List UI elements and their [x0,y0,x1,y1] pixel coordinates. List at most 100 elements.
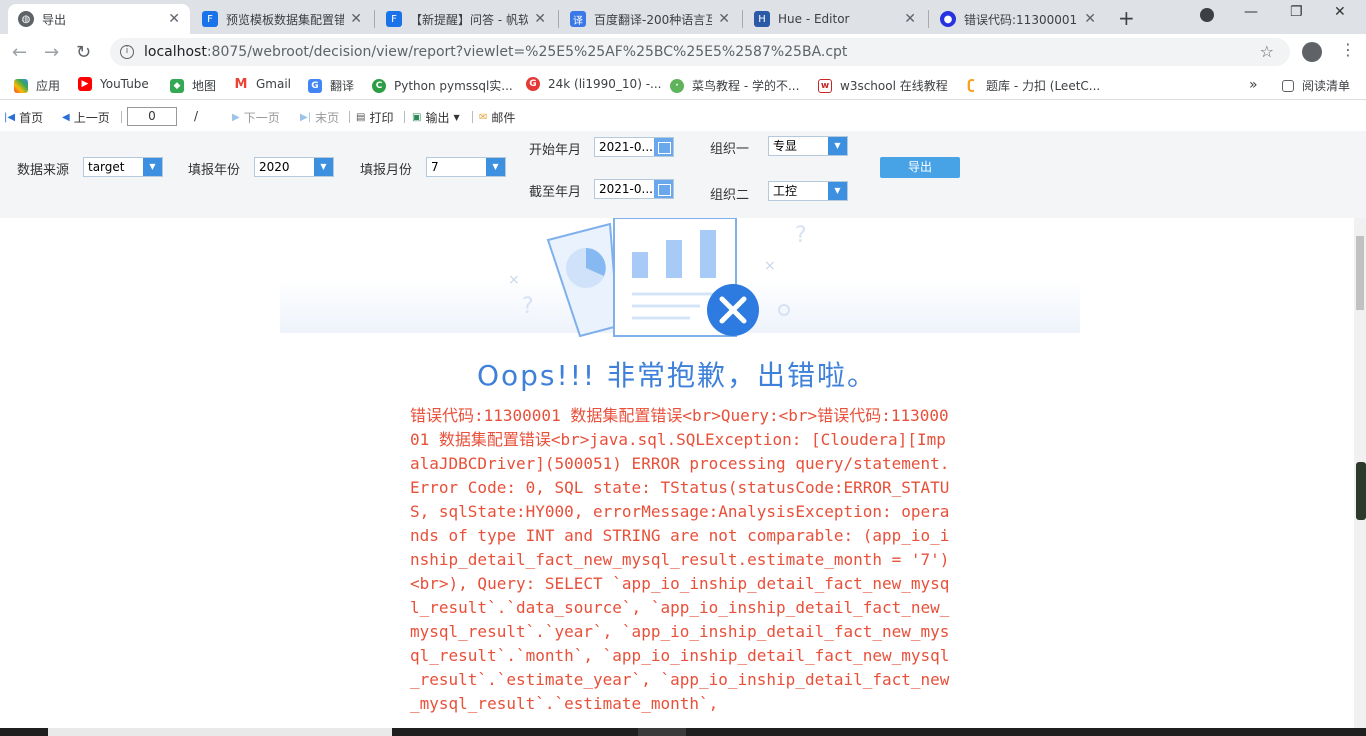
printer-icon: ▤ [356,112,366,123]
tab-search-icon[interactable] [1200,8,1214,22]
next-page-button[interactable]: ▶ 下一页 [232,109,280,126]
print-label: 打印 [369,111,394,125]
prev-page-button[interactable]: ◀ 上一页 [62,109,110,126]
report-content: × ? × ? Oops!!! 非常抱歉，出错啦。 错误代码:11300001 … [0,218,1354,728]
address-bar[interactable]: i localhost:8075/webroot/decision/view/r… [110,38,1290,66]
tab-title: 【新提醒】问答 - 帆软 [410,12,529,27]
org1-label: 组织一 [710,142,750,157]
chevron-down-icon[interactable]: ▼ [143,158,162,176]
hue-icon: H [754,11,770,27]
reading-list-label: 阅读清单 [1302,79,1351,93]
close-icon[interactable]: ✕ [168,11,180,27]
close-icon[interactable]: ✕ [534,11,546,27]
first-page-label: 首页 [19,111,44,125]
reload-icon[interactable]: ↻ [76,42,91,63]
new-tab-button[interactable]: + [1118,6,1135,30]
last-page-button[interactable]: ▶| 末页 [300,109,339,126]
menu-kebab-icon[interactable]: ⋮ [1340,40,1356,59]
back-icon[interactable]: ← [12,42,27,63]
org2-label: 组织二 [710,188,750,203]
org2-value: 工控 [773,184,798,198]
close-icon[interactable]: ✕ [350,11,362,27]
tab-divider [928,10,929,28]
taskbar-window[interactable] [48,728,392,736]
tab-fanruan-qa[interactable]: F 【新提醒】问答 - 帆软 ✕ [376,4,556,34]
bookmark-w3school[interactable]: w w3school 在线教程 [818,77,948,94]
end-month-datepicker[interactable]: 2021-0... [594,179,674,199]
email-button[interactable]: ✉ 邮件 [479,109,515,126]
tab-title: Hue - Editor [778,12,850,26]
chevron-down-icon[interactable]: ▼ [828,182,847,200]
info-icon[interactable]: i [120,45,134,59]
reading-list[interactable]: 阅读清单 [1282,77,1350,94]
bookmark-gmail[interactable]: M Gmail [234,76,291,92]
tab-baidu-translate[interactable]: 译 百度翻译-200种语言互 ✕ [560,4,740,34]
toolbar-divider [349,111,350,123]
chevron-down-icon[interactable]: ▼ [486,158,505,176]
csdn-icon: C [372,78,386,93]
gmail-icon: M [234,76,248,92]
year-label: 填报年份 [188,163,241,178]
toolbar-divider [404,111,405,123]
email-label: 邮件 [491,111,516,125]
close-icon[interactable]: ✕ [904,11,916,27]
tab-preview-template[interactable]: F 预览模板数据集配置错 ✕ [192,4,372,34]
restore-button[interactable]: ❐ [1290,4,1303,20]
browser-toolbar: ← → ↻ i localhost:8075/webroot/decision/… [0,34,1366,70]
calendar-icon[interactable] [654,180,673,198]
url-host: localhost [144,44,207,60]
first-page-button[interactable]: |◀ 首页 [4,109,43,126]
chevron-down-icon: ▼ [453,113,460,122]
close-icon[interactable]: ✕ [718,11,730,27]
bookmarks-bar: 应用 ▶ YouTube ◆ 地图 M Gmail G 翻译 C Python pymss… [0,70,1366,100]
taskbar-item[interactable] [638,728,686,736]
bookmark-leetcode[interactable]: ʗ 题库 - 力扣 (LeetC... [964,77,1100,94]
side-widget[interactable] [1356,462,1366,520]
tab-error-search[interactable]: ● 错误代码:11300001 数 ✕ [930,4,1106,34]
bookmark-youtube[interactable]: ▶ YouTube [78,77,149,91]
bookmark-maps[interactable]: ◆ 地图 [170,77,216,94]
youtube-icon: ▶ [78,77,92,91]
chevron-down-icon[interactable]: ▼ [314,158,333,176]
org2-select[interactable]: 工控 ▼ [768,181,848,201]
bookmark-translate[interactable]: G 翻译 [308,77,354,94]
fanruan-icon: F [386,11,402,27]
bookmark-24k[interactable]: G 24k (li1990_10) -... [526,77,661,91]
error-message: 错误代码:11300001 数据集配置错误<br>Query:<br>错误代码:… [410,406,950,713]
error-title: Oops!!! 非常抱歉，出错啦。 [476,359,878,392]
bookmark-runoob[interactable]: · 菜鸟教程 - 学的不... [670,77,799,94]
page-slash: / [194,109,199,123]
url-path: :8075/webroot/decision/view/report?viewl… [206,44,848,60]
bookmark-pymssql[interactable]: C Python pymssql实... [372,77,513,94]
org1-select[interactable]: 专显 ▼ [768,136,848,156]
export-button[interactable]: 导出 [880,157,960,178]
minimize-button[interactable]: — [1244,4,1258,20]
month-select[interactable]: 7 ▼ [426,157,506,177]
report-toolbar: |◀ 首页 ◀ 上一页 0 / ▶ 下一页 ▶| 末页 ▤ 打印 ▣ 输出 ▼ ✉ 邮件 [0,101,1366,131]
last-page-label: 末页 [315,111,340,125]
tab-title: 预览模板数据集配置错 [226,12,345,27]
scrollbar-thumb[interactable] [1356,236,1364,310]
bookmark-label: 应用 [36,79,61,93]
forward-icon[interactable]: → [44,42,59,63]
close-icon[interactable]: ✕ [1084,11,1096,27]
source-label: 数据来源 [17,163,70,178]
year-select[interactable]: 2020 ▼ [254,157,334,177]
bookmark-label: YouTube [100,77,149,91]
start-month-datepicker[interactable]: 2021-0... [594,137,674,157]
browser-tab-strip: ◍ 导出 ✕ F 预览模板数据集配置错 ✕ F 【新提醒】问答 - 帆软 ✕ 译… [0,0,1366,34]
tab-hue-editor[interactable]: H Hue - Editor ✕ [744,4,926,34]
tab-export[interactable]: ◍ 导出 ✕ [8,4,190,34]
chevron-down-icon[interactable]: ▼ [828,137,847,155]
page-number-input[interactable]: 0 [127,107,177,126]
bookmark-star-icon[interactable]: ☆ [1260,42,1274,61]
export-menu-button[interactable]: ▣ 输出 ▼ [412,109,460,126]
profile-avatar[interactable] [1302,42,1322,62]
bookmarks-overflow[interactable]: » [1249,77,1258,93]
print-button[interactable]: ▤ 打印 [356,109,393,126]
error-x-icon [707,284,759,336]
bookmark-apps[interactable]: 应用 [14,77,60,94]
calendar-icon[interactable] [654,138,673,156]
source-select[interactable]: target ▼ [83,157,163,177]
window-close-button[interactable]: ✕ [1334,4,1346,20]
